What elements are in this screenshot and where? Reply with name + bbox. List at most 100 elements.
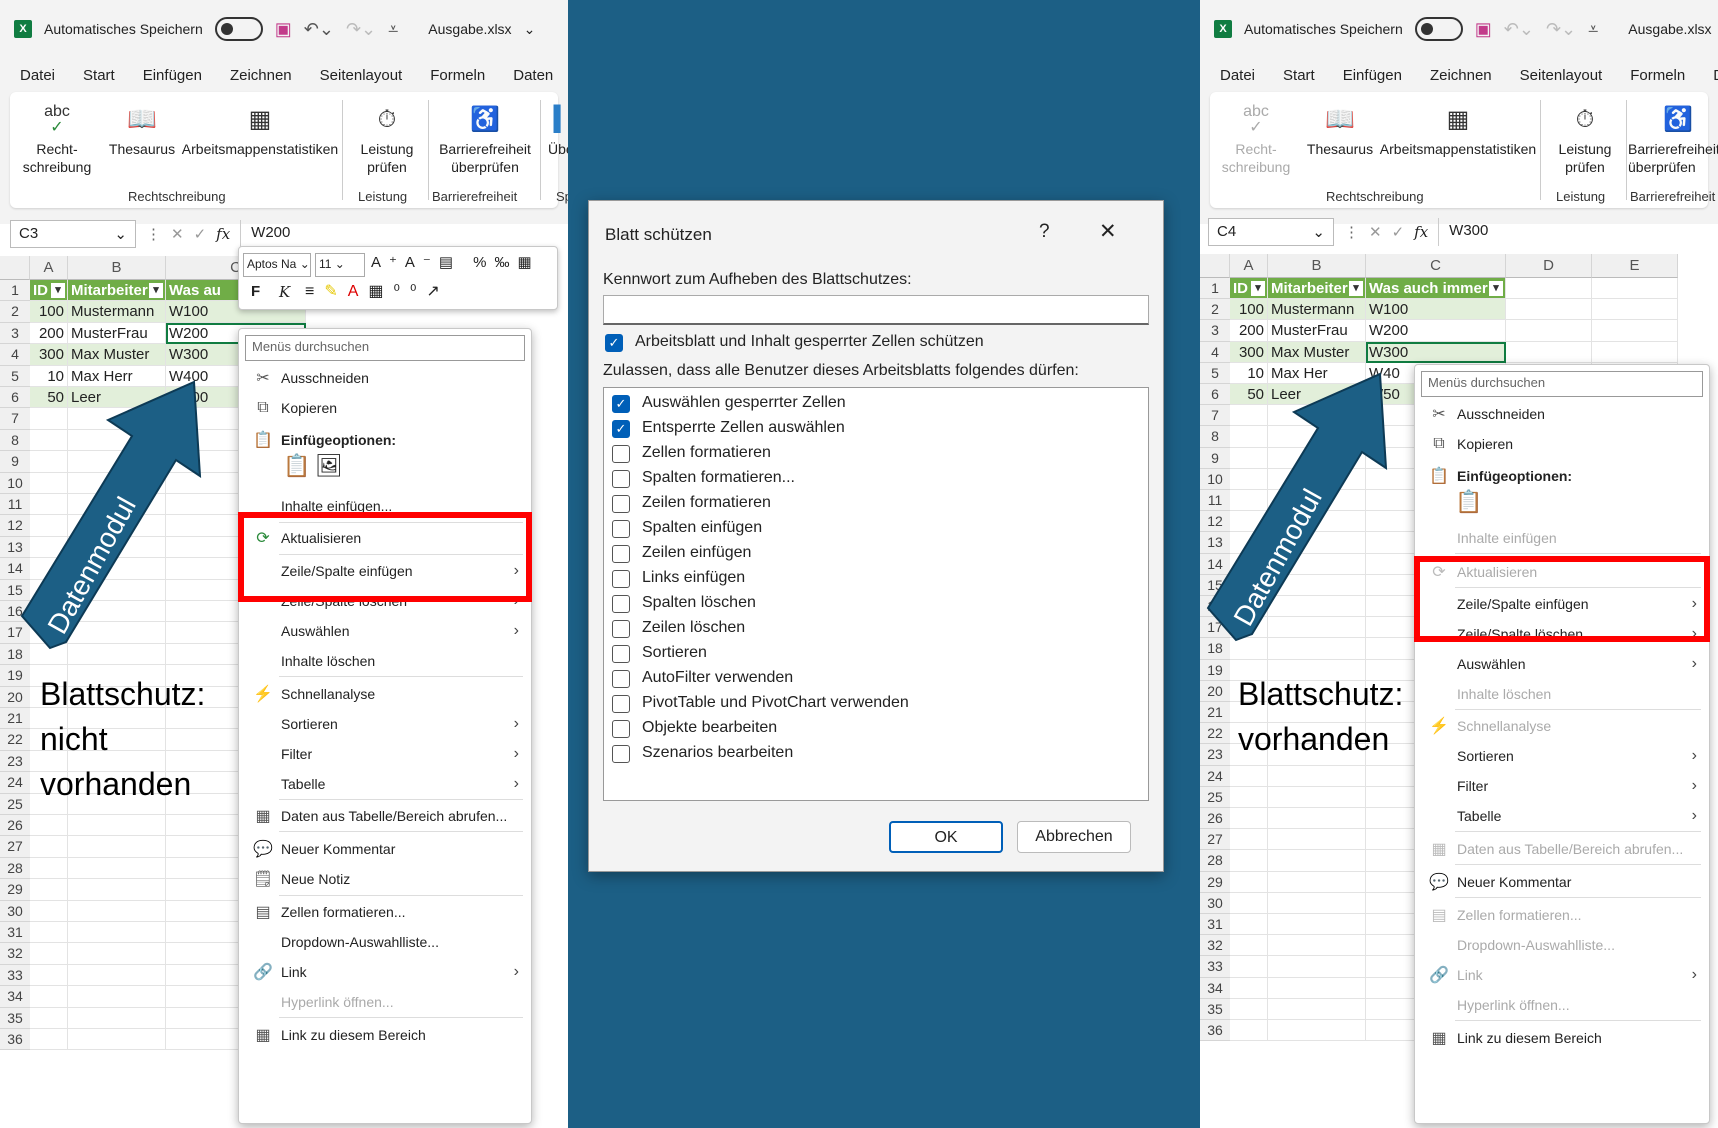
- paste-picture-icon[interactable]: 🖼: [315, 453, 343, 479]
- function-icon[interactable]: fx: [1414, 223, 1428, 241]
- table-cell[interactable]: [1230, 956, 1268, 978]
- table-cell[interactable]: [68, 1007, 166, 1029]
- row-header[interactable]: 29: [1200, 871, 1230, 893]
- permissions-list[interactable]: ✓ Auswählen gesperrter Zellen ✓ Entsperrte …: [603, 387, 1149, 801]
- menu-item-copy[interactable]: ⧉ Kopieren: [239, 393, 531, 423]
- table-cell[interactable]: [1268, 850, 1366, 872]
- permission-checkbox[interactable]: [612, 545, 630, 563]
- filter-dropdown-icon[interactable]: ▾: [1349, 281, 1363, 296]
- row-header[interactable]: 31: [1200, 914, 1230, 936]
- table-cell[interactable]: [68, 922, 166, 944]
- formula-input[interactable]: W300: [1438, 218, 1718, 246]
- row-header[interactable]: 35: [1200, 998, 1230, 1020]
- redo-icon[interactable]: ↷⌄: [1546, 19, 1576, 40]
- table-cell[interactable]: [1230, 786, 1268, 808]
- table-header-cell[interactable]: Mitarbeiter ▾: [68, 280, 166, 302]
- table-cell[interactable]: [1268, 808, 1366, 830]
- row-header[interactable]: 20: [1200, 680, 1230, 702]
- table-cell[interactable]: [1230, 977, 1268, 999]
- menu-item-new-comment[interactable]: 💬 Neuer Kommentar: [239, 834, 531, 864]
- customize-qat-icon[interactable]: ⩡: [388, 19, 398, 40]
- table-cell[interactable]: [1268, 914, 1366, 936]
- table-header-cell[interactable]: Mitarbeiter ▾: [1268, 278, 1366, 300]
- menu-search-input[interactable]: Menüs durchsuchen: [1421, 371, 1703, 397]
- table-cell[interactable]: [68, 857, 166, 880]
- spelling-button[interactable]: abc ✓ Recht- schreibung: [22, 100, 92, 176]
- table-cell[interactable]: 200: [30, 322, 68, 345]
- workbook-statistics-button[interactable]: ▦ Arbeitsmappenstatistiken: [1378, 100, 1538, 158]
- table-cell[interactable]: [68, 815, 166, 837]
- permission-checkbox[interactable]: ✓: [612, 395, 630, 413]
- row-header[interactable]: 20: [0, 686, 30, 708]
- thesaurus-button[interactable]: 📖 Thesaurus: [102, 100, 182, 158]
- table-cell[interactable]: [1268, 1020, 1366, 1042]
- table-cell[interactable]: [30, 986, 68, 1008]
- menu-item-link-to-range[interactable]: ▦ Link zu diesem Bereich: [1415, 1023, 1709, 1053]
- menu-item-link-to-range[interactable]: ▦ Link zu diesem Bereich: [239, 1020, 531, 1050]
- menu-item-get-data[interactable]: ▦ Daten aus Tabelle/Bereich abrufen...: [239, 801, 531, 831]
- column-header[interactable]: D: [1506, 254, 1592, 278]
- menu-item-filter[interactable]: Filter ›: [239, 739, 531, 769]
- table-cell[interactable]: MusterFrau: [68, 322, 166, 345]
- corner-cell[interactable]: [1200, 254, 1230, 278]
- row-header[interactable]: 36: [1200, 1020, 1230, 1042]
- row-header[interactable]: 4: [0, 344, 30, 366]
- table-cell[interactable]: W200: [1366, 320, 1506, 342]
- ribbon-tab-0[interactable]: Datei: [1220, 67, 1255, 84]
- row-header[interactable]: 1: [1200, 278, 1230, 300]
- table-cell[interactable]: 300: [1230, 341, 1268, 363]
- row-header[interactable]: 33: [0, 964, 30, 987]
- table-cell[interactable]: [1506, 320, 1592, 342]
- table-cell[interactable]: [1268, 977, 1366, 999]
- row-header[interactable]: 27: [0, 836, 30, 858]
- row-header[interactable]: 21: [1200, 702, 1230, 724]
- ribbon-tab-5[interactable]: Formeln: [1630, 67, 1685, 84]
- table-cell[interactable]: [1230, 914, 1268, 936]
- column-header[interactable]: E: [1592, 254, 1678, 278]
- spelling-button[interactable]: abc ✓ Recht- schreibung: [1220, 100, 1292, 176]
- row-header[interactable]: 19: [0, 665, 30, 687]
- cancel-icon[interactable]: ✕: [1369, 223, 1382, 241]
- check-accessibility-button[interactable]: ♿ Barrierefreiheit überprüfen: [1628, 100, 1718, 176]
- table-cell[interactable]: [1230, 892, 1268, 914]
- row-header[interactable]: 29: [0, 879, 30, 901]
- chevron-down-icon[interactable]: ⌄: [524, 21, 536, 38]
- cancel-icon[interactable]: ✕: [171, 225, 184, 243]
- permission-checkbox[interactable]: [612, 670, 630, 688]
- table-cell[interactable]: [68, 879, 166, 901]
- table-cell[interactable]: [1268, 998, 1366, 1020]
- protect-checkbox[interactable]: ✓: [605, 334, 623, 352]
- table-cell[interactable]: [68, 943, 166, 965]
- autosave-toggle[interactable]: [1414, 17, 1463, 41]
- menu-item-cut[interactable]: ✂ Ausschneiden: [239, 363, 531, 393]
- table-cell[interactable]: [1268, 765, 1366, 787]
- permission-checkbox[interactable]: [612, 695, 630, 713]
- row-header[interactable]: 26: [0, 815, 30, 837]
- table-cell[interactable]: [1230, 871, 1268, 893]
- thesaurus-button[interactable]: 📖 Thesaurus: [1300, 100, 1380, 158]
- ok-button[interactable]: OK: [889, 821, 1003, 853]
- menu-item-quick-analysis[interactable]: ⚡ Schnellanalyse: [239, 679, 531, 709]
- row-header[interactable]: 2: [1200, 299, 1230, 321]
- ribbon-tab-3[interactable]: Zeichnen: [1430, 67, 1492, 84]
- menu-search-input[interactable]: Menüs durchsuchen: [245, 335, 525, 361]
- formula-input[interactable]: W200: [240, 220, 558, 248]
- table-cell[interactable]: [68, 1029, 166, 1051]
- table-cell[interactable]: [1268, 892, 1366, 914]
- italic-button[interactable]: K: [279, 283, 290, 301]
- table-cell[interactable]: [68, 836, 166, 858]
- table-cell[interactable]: Mustermann: [68, 301, 166, 323]
- table-cell[interactable]: [30, 815, 68, 837]
- check-performance-button[interactable]: ⏱ Leistung prüfen: [352, 100, 422, 176]
- table-cell[interactable]: 100: [30, 301, 68, 323]
- filter-dropdown-icon[interactable]: ▾: [1489, 281, 1503, 296]
- menu-item-table[interactable]: Tabelle ›: [239, 769, 531, 799]
- row-header[interactable]: 22: [1200, 723, 1230, 745]
- menu-item-new-note[interactable]: 🗒 Neue Notiz: [239, 864, 531, 894]
- table-cell[interactable]: [1230, 998, 1268, 1020]
- enter-icon[interactable]: ✓: [1392, 223, 1405, 241]
- name-box[interactable]: C4 ⌄: [1208, 218, 1334, 246]
- table-header-cell[interactable]: ID ▾: [30, 280, 68, 302]
- save-icon[interactable]: ▣: [1475, 19, 1492, 40]
- corner-cell[interactable]: [0, 256, 30, 280]
